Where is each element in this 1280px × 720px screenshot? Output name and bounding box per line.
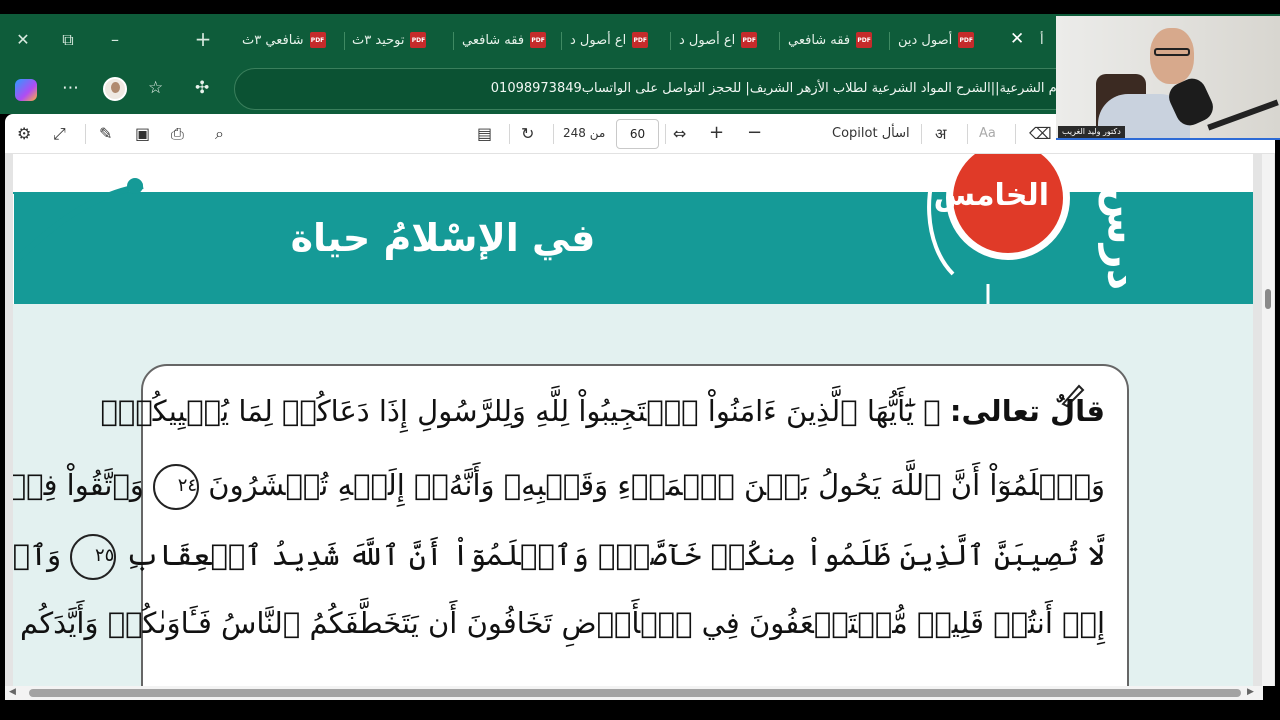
pdf-file-icon: PDF bbox=[856, 32, 873, 48]
restore-window-icon[interactable]: ⧉ bbox=[58, 30, 78, 50]
page-count-label: من 248 bbox=[563, 126, 606, 140]
browser-tab[interactable]: PDF اع أصول د bbox=[679, 28, 758, 52]
close-tab-icon[interactable]: ✕ bbox=[1010, 29, 1024, 49]
browser-tab[interactable]: PDF شافعي ٣ث bbox=[242, 28, 326, 52]
translate-icon[interactable]: अ bbox=[935, 124, 946, 144]
browser-tab-active[interactable]: أ bbox=[1040, 28, 1044, 52]
tab-divider bbox=[453, 32, 454, 50]
verse-line-3: لَّا تُصِيبَنَّ ٱلَّذِينَ ظَلَمُواْ مِنك… bbox=[13, 534, 1105, 580]
toolbar-divider bbox=[85, 124, 86, 144]
toolbar-divider bbox=[1015, 124, 1016, 144]
copilot-icon[interactable] bbox=[15, 79, 37, 101]
verse-text: وَٱتَّقُواْ فِتۡنَةً bbox=[13, 468, 144, 502]
quran-verse-card: قالٌ تعالى: ﴿ يَٰٓأَيُّهَا ٱلَّذِينَ ءَا… bbox=[13, 364, 1129, 686]
browser-tab[interactable]: PDF أصول دين bbox=[898, 28, 975, 52]
verse-text: وَٱذۡكُرُوٓاْ bbox=[13, 538, 62, 572]
webcam-overlay: دكتور وليد الغريب bbox=[1056, 16, 1280, 140]
tab-title: أ bbox=[1040, 32, 1044, 48]
extensions-icon[interactable]: ✣ bbox=[195, 78, 209, 98]
page-number-input[interactable]: 60 bbox=[616, 119, 659, 149]
ayah-number-marker: ٢٥ bbox=[70, 534, 117, 580]
lesson-number-badge bbox=[946, 154, 1070, 260]
tab-divider bbox=[344, 32, 345, 50]
toolbar-divider bbox=[665, 124, 666, 144]
vertical-scrollbar[interactable] bbox=[1262, 154, 1274, 686]
scroll-right-arrow-icon[interactable]: ▶ bbox=[1247, 687, 1254, 697]
presenter-name-caption: دكتور وليد الغريب bbox=[1058, 126, 1125, 138]
pdf-file-icon: PDF bbox=[410, 32, 427, 48]
fullscreen-icon[interactable]: ⤢ bbox=[53, 124, 66, 144]
presenter-head bbox=[1150, 28, 1194, 84]
close-window-icon[interactable]: ✕ bbox=[13, 30, 33, 49]
verse-text: ﴿ يَٰٓأَيُّهَا ٱلَّذِينَ ءَامَنُواْ ٱسۡت… bbox=[100, 394, 941, 428]
minimize-window-icon[interactable]: – bbox=[105, 30, 125, 49]
tab-title: اع أصول د bbox=[679, 32, 736, 48]
tab-divider bbox=[670, 32, 671, 50]
horizontal-scroll-thumb[interactable] bbox=[29, 689, 1241, 697]
tab-title: فقه شافعي bbox=[462, 32, 525, 48]
horizontal-scrollbar[interactable]: ◀ ▶ bbox=[5, 686, 1263, 700]
toolbar-divider bbox=[553, 124, 554, 144]
webcam-accent-strip bbox=[1056, 138, 1280, 140]
tab-divider bbox=[779, 32, 780, 50]
verse-line-2: وَٱعۡلَمُوٓاْ أَنَّ ٱللَّهَ يَحُولُ بَيۡ… bbox=[13, 464, 1105, 510]
lesson-number-label: الخامس bbox=[933, 178, 1049, 213]
fit-width-icon[interactable]: ⇔ bbox=[673, 124, 686, 143]
ask-copilot-button[interactable]: اسأل Copilot bbox=[832, 126, 910, 141]
toolbar-divider bbox=[921, 124, 922, 144]
tab-title: فقه شافعي bbox=[788, 32, 851, 48]
tab-divider bbox=[889, 32, 890, 50]
zoom-out-icon[interactable]: − bbox=[747, 122, 762, 143]
scroll-left-arrow-icon[interactable]: ◀ bbox=[9, 687, 16, 697]
eraser-icon[interactable]: ⌫ bbox=[1029, 124, 1052, 143]
more-options-icon[interactable]: ⋯ bbox=[62, 78, 79, 98]
verse-text: وَٱعۡلَمُوٓاْ أَنَّ ٱللَّهَ يَحُولُ بَيۡ… bbox=[208, 468, 1105, 502]
tab-title: شافعي ٣ث bbox=[242, 32, 304, 48]
tab-divider bbox=[561, 32, 562, 50]
verse-text: لَّا تُصِيبَنَّ ٱلَّذِينَ ظَلَمُواْ مِنك… bbox=[125, 538, 1105, 572]
profile-avatar[interactable] bbox=[103, 77, 127, 101]
zoom-in-icon[interactable]: + bbox=[709, 122, 724, 143]
print-icon[interactable]: ⎙ bbox=[171, 124, 184, 144]
page-view-icon[interactable]: ▤ bbox=[477, 124, 492, 143]
page-url-title: وم الشرعية||الشرح المواد الشرعية لطلاب ا… bbox=[490, 81, 1063, 96]
save-icon[interactable]: ▣ bbox=[135, 124, 150, 143]
verse-line-4: إِذۡ أَنتُمۡ قَلِيلٞ مُّسۡتَضۡعَفُونَ فِ… bbox=[20, 606, 1105, 640]
save-as-icon[interactable]: ✎ bbox=[99, 124, 112, 143]
verse-line-1: قالٌ تعالى: ﴿ يَٰٓأَيُّهَا ٱلَّذِينَ ءَا… bbox=[101, 394, 1105, 428]
vertical-scroll-thumb[interactable] bbox=[1265, 289, 1271, 309]
toolbar-divider bbox=[967, 124, 968, 144]
rotate-icon[interactable]: ↻ bbox=[521, 124, 534, 143]
lesson-title: في الإسْلامُ حياة bbox=[290, 216, 596, 260]
tab-title: اع أصول د bbox=[570, 32, 627, 48]
settings-gear-icon[interactable]: ⚙ bbox=[17, 124, 31, 143]
presenter-glasses bbox=[1154, 48, 1190, 56]
ayah-number-marker: ٢٤ bbox=[153, 464, 200, 510]
browser-tab[interactable]: PDF اع أصول د bbox=[570, 28, 649, 52]
pdf-file-icon: PDF bbox=[741, 32, 758, 48]
tab-title: أصول دين bbox=[898, 32, 953, 48]
search-icon[interactable]: ⌕ bbox=[215, 124, 224, 144]
pdf-file-icon: PDF bbox=[530, 32, 547, 48]
tab-title: توحيد ٣ث bbox=[352, 32, 405, 48]
lesson-word: درس bbox=[1098, 186, 1148, 291]
verse-intro: قالٌ تعالى: bbox=[949, 394, 1105, 428]
browser-tab[interactable]: PDF فقه شافعي bbox=[462, 28, 547, 52]
browser-tab[interactable]: PDF فقه شافعي bbox=[788, 28, 873, 52]
new-tab-icon[interactable]: + bbox=[193, 27, 213, 51]
toolbar-divider bbox=[509, 124, 510, 144]
read-aloud-icon[interactable]: Aa bbox=[979, 126, 996, 141]
pdf-page: الخامس درس في الإسْلامُ حياة قالٌ تعالى:… bbox=[13, 154, 1253, 686]
browser-tab[interactable]: PDF توحيد ٣ث bbox=[352, 28, 427, 52]
pdf-file-icon: PDF bbox=[958, 32, 975, 48]
pdf-file-icon: PDF bbox=[309, 32, 326, 48]
favorites-star-icon[interactable]: ☆ bbox=[148, 78, 163, 98]
pdf-viewport[interactable]: الخامس درس في الإسْلامُ حياة قالٌ تعالى:… bbox=[5, 154, 1275, 686]
pdf-file-icon: PDF bbox=[632, 32, 649, 48]
